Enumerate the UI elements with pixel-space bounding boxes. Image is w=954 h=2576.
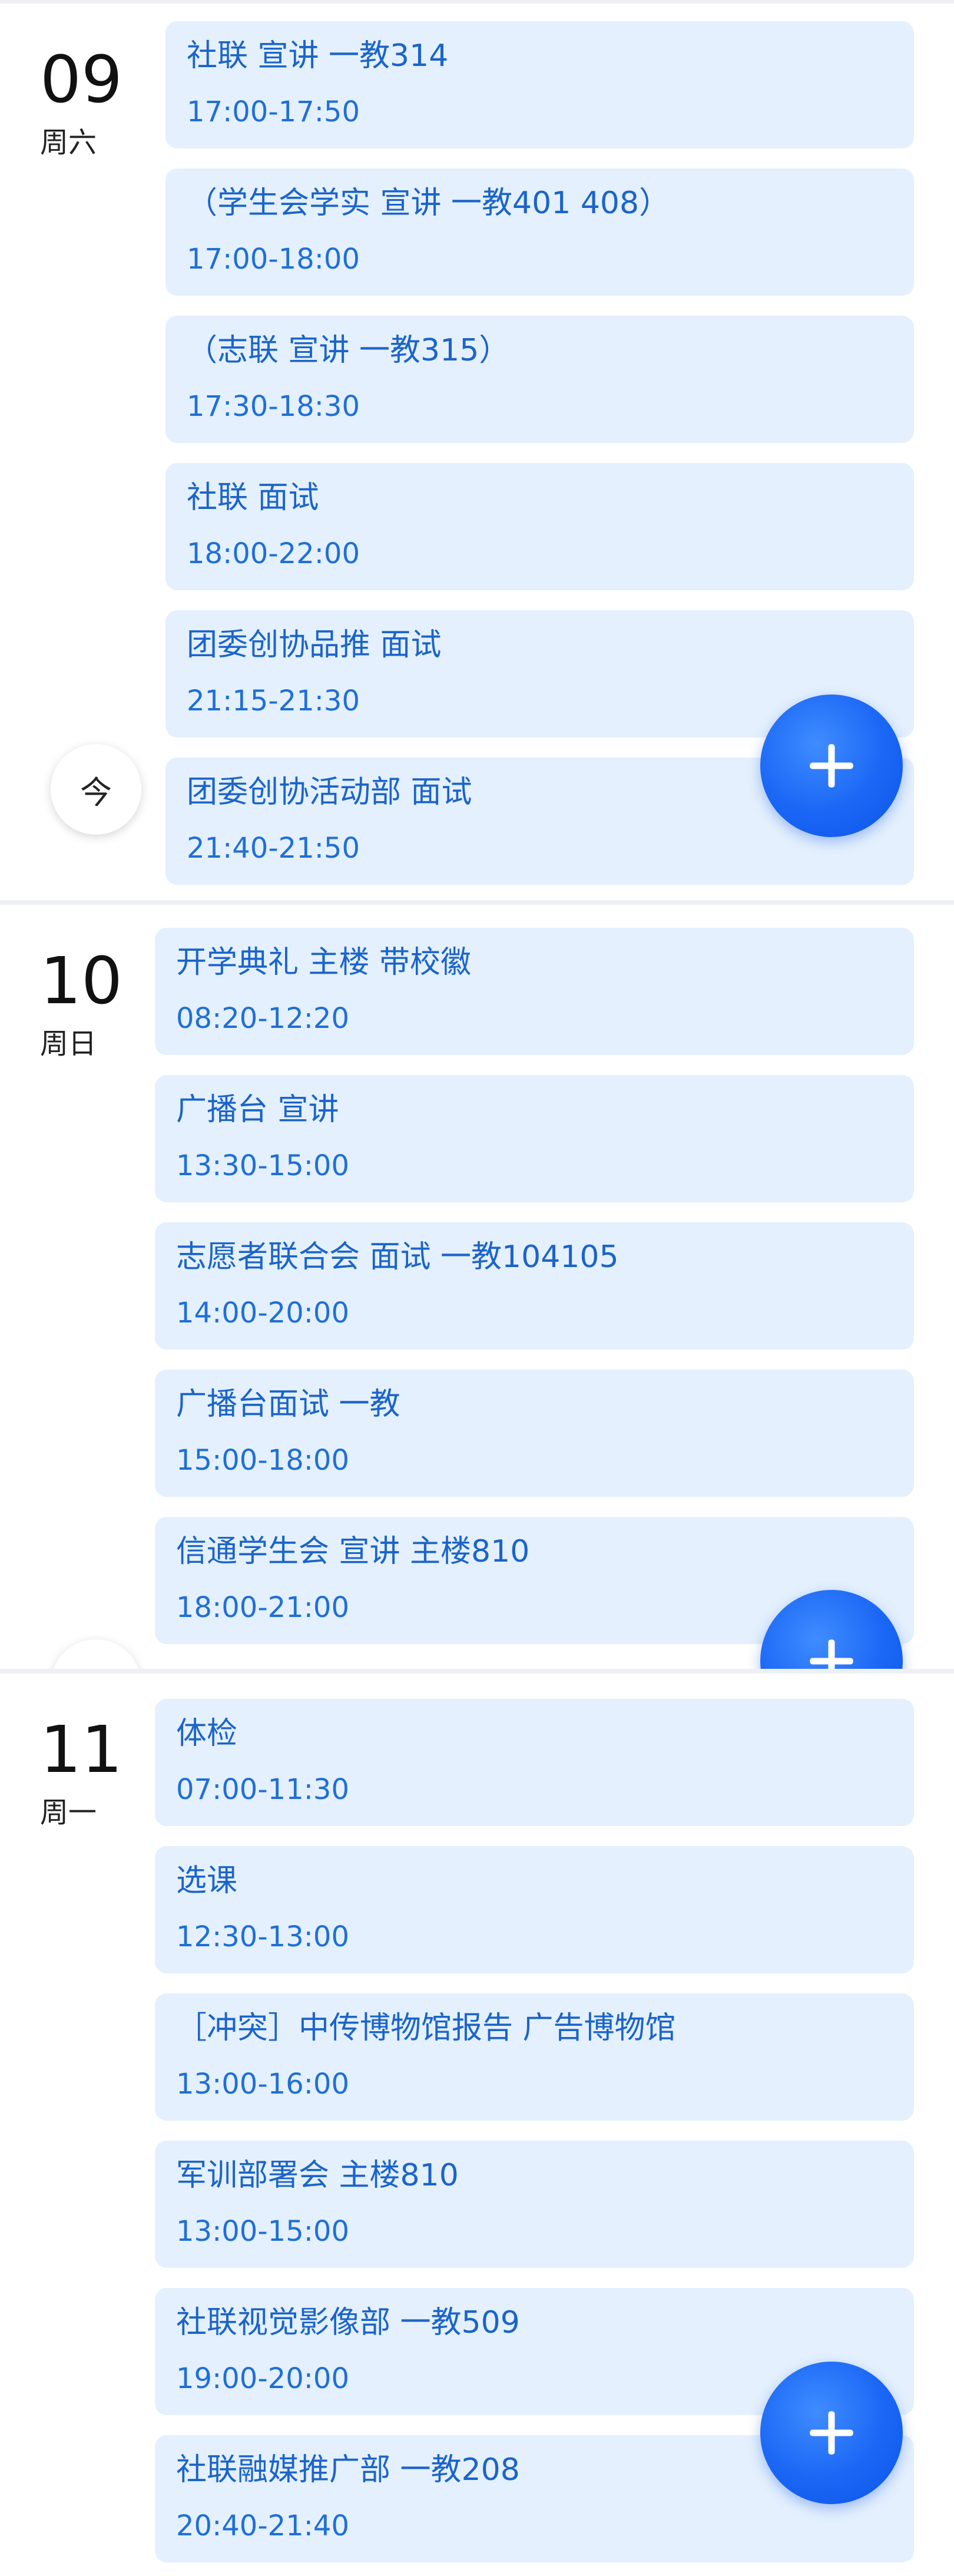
today-button[interactable]: 今 [51, 1639, 141, 1669]
event-title: 志愿者联合会 面试 一教104105 [176, 1239, 619, 1275]
event-title: 社联视觉影像部 一教509 [176, 2305, 520, 2340]
event-time: 19:00-20:00 [176, 2362, 349, 2395]
add-event-button[interactable] [760, 695, 903, 837]
event-title: 选课 [176, 1863, 238, 1899]
date-column: 09 周六 [40, 47, 122, 157]
event-title: 军训部署会 主楼810 [176, 2158, 459, 2193]
event-title: 社联 面试 [187, 480, 319, 515]
event-time: 15:00-18:00 [176, 1444, 349, 1477]
event-time: 18:00-21:00 [176, 1591, 349, 1624]
event-time: 08:20-12:20 [176, 1002, 349, 1035]
event-time: 17:30-18:30 [187, 390, 360, 423]
event-card[interactable]: 选课 12:30-13:00 [155, 1846, 914, 1973]
event-card[interactable]: 军训部署会 主楼810 13:00-15:00 [155, 2141, 914, 2268]
section-divider [0, 1669, 954, 1674]
day-section-11: 11 周一 体检 07:00-11:30 选课 12:30-13:00 ［冲突］… [0, 1674, 954, 2576]
date-number: 11 [40, 1712, 122, 1787]
section-divider [0, 900, 954, 905]
event-title: 广播台 宣讲 [176, 1092, 339, 1127]
event-time: 21:40-21:50 [187, 832, 360, 865]
event-card[interactable]: （志联 宣讲 一教315） 17:30-18:30 [165, 316, 914, 443]
event-title: （学生会学实 宣讲 一教401 408） [187, 186, 670, 221]
event-time: 14:00-20:00 [176, 1297, 349, 1330]
event-card[interactable]: 广播台面试 一教 15:00-18:00 [155, 1370, 914, 1497]
plus-icon [810, 744, 853, 788]
day-section-09: 09 周六 社联 宣讲 一教314 17:00-17:50 （学生会学实 宣讲 … [0, 4, 954, 900]
event-title: 广播台面试 一教 [176, 1387, 400, 1422]
event-title: 开学典礼 主楼 带校徽 [176, 945, 472, 980]
event-time: 12:30-13:00 [176, 1920, 349, 1953]
event-time: 13:30-15:00 [176, 1149, 349, 1182]
event-title: （志联 宣讲 一教315） [187, 333, 510, 368]
event-time: 21:15-21:30 [187, 684, 360, 717]
plus-icon [810, 2411, 853, 2455]
event-title: 团委创协活动部 面试 [187, 775, 472, 810]
event-time: 18:00-22:00 [187, 537, 360, 570]
event-card[interactable]: ［冲突］中传博物馆报告 广告博物馆 13:00-16:00 [155, 1993, 914, 2121]
event-card[interactable]: 体检 07:00-11:30 [155, 1699, 914, 1826]
date-number: 09 [40, 42, 122, 117]
event-title: 信通学生会 宣讲 主楼810 [176, 1534, 530, 1569]
date-column: 11 周一 [40, 1717, 122, 1827]
date-weekday: 周六 [40, 126, 97, 159]
date-number: 10 [40, 943, 122, 1019]
event-card[interactable]: 开学典礼 主楼 带校徽 08:20-12:20 [155, 928, 914, 1055]
event-card[interactable]: 社联 面试 18:00-22:00 [165, 463, 914, 590]
event-time: 20:40-21:40 [176, 2509, 349, 2542]
event-title: 社联融媒推广部 一教208 [176, 2452, 520, 2488]
date-weekday: 周日 [40, 1027, 97, 1060]
event-card[interactable]: 广播台 宣讲 13:30-15:00 [155, 1075, 914, 1202]
date-column: 10 周日 [40, 948, 122, 1058]
plus-icon [810, 1639, 853, 1669]
event-title: 体检 [176, 1716, 238, 1751]
event-card[interactable]: （学生会学实 宣讲 一教401 408） 17:00-18:00 [165, 168, 914, 296]
event-title: 团委创协品推 面试 [187, 627, 442, 663]
event-time: 17:00-18:00 [187, 243, 360, 276]
event-time: 13:00-16:00 [176, 2068, 349, 2101]
event-time: 13:00-15:00 [176, 2215, 349, 2248]
day-section-10: 10 周日 开学典礼 主楼 带校徽 08:20-12:20 广播台 宣讲 13:… [0, 905, 954, 1669]
add-event-button[interactable] [760, 2362, 903, 2504]
date-weekday: 周一 [40, 1796, 97, 1829]
today-button[interactable]: 今 [51, 744, 141, 835]
event-title: 社联 宣讲 一教314 [187, 38, 449, 74]
event-time: 17:00-17:50 [187, 95, 360, 128]
event-title: ［冲突］中传博物馆报告 广告博物馆 [176, 2010, 676, 2046]
event-time: 07:00-11:30 [176, 1773, 349, 1806]
event-card[interactable]: 志愿者联合会 面试 一教104105 14:00-20:00 [155, 1222, 914, 1350]
event-card[interactable]: 社联 宣讲 一教314 17:00-17:50 [165, 21, 914, 148]
